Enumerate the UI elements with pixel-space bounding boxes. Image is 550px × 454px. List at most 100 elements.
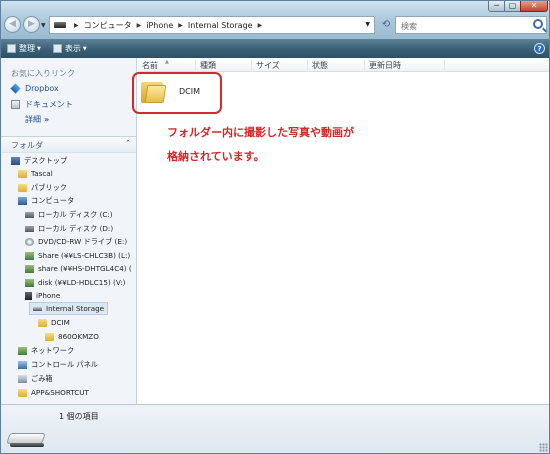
search-input[interactable]: 検索 [401,21,417,32]
breadcrumb-internal-storage[interactable]: Internal Storage [188,21,253,30]
dvd-drive-icon [25,237,34,246]
minimize-button[interactable]: ─ [488,1,505,12]
breadcrumb-iphone[interactable]: iPhone [146,21,173,30]
hard-disk-icon [25,211,34,218]
tree-item-label: disk (¥¥LD-HDLC15) (V:) [38,278,126,287]
more-links[interactable]: 詳細» [25,114,49,125]
tree-item-desktop[interactable]: デスクトップ [11,154,67,167]
chevron-down-icon: ▼ [41,22,46,29]
tree-item-label: 860OKMZO [58,332,99,341]
tree-item-label: ごみ箱 [31,373,53,383]
file-item-dcim[interactable]: DCIM [132,72,222,114]
folder-icon [141,79,167,104]
network-drive-icon [25,264,34,273]
organize-icon [7,44,16,53]
favorite-links-title: お気に入りリンク [11,69,75,78]
navigation-pane: お気に入りリンク Dropbox ドキュメント 詳細» フォルダ ⌃ デスクトッ… [1,58,137,404]
close-button[interactable]: ✕ [520,1,548,12]
hard-disk-icon [25,225,34,232]
tree-item-label: パブリック [31,182,67,192]
column-header-name[interactable]: 名前 ▲ [138,59,196,72]
drive-icon [54,22,66,28]
tree-item-label: Internal Storage [46,304,105,313]
annotation-line-1: フォルダー内に撮影した写真や動画が [167,126,354,139]
sort-ascending-icon: ▲ [165,59,169,65]
breadcrumb-computer[interactable]: コンピュータ [84,20,132,31]
tree-item-label: デスクトップ [24,155,68,165]
breadcrumb-separator-icon[interactable]: ▶ [74,22,79,29]
column-header-size[interactable]: サイズ [252,60,308,72]
dropbox-icon [10,83,21,94]
column-header-type[interactable]: 種類 [196,60,252,72]
network-drive-icon [25,251,34,260]
network-icon [18,346,27,355]
control-panel-icon [18,360,27,369]
column-label: サイズ [256,61,280,70]
address-bar[interactable]: ▶ コンピュータ ▶ iPhone ▶ Internal Storage ▶ ▼ [49,16,375,34]
folder-icon [18,169,27,178]
search-icon[interactable] [533,19,543,29]
breadcrumb-separator-icon[interactable]: ▶ [137,22,142,29]
search-box[interactable]: 検索 [395,16,547,34]
tree-item-860okmzo[interactable]: 860OKMZO [45,330,99,343]
favorite-link-label: ドキュメント [25,100,73,109]
refresh-button[interactable]: ⟲ [379,16,393,34]
address-dropdown-icon[interactable]: ▼ [365,21,370,28]
tree-item-recycle-bin[interactable]: ごみ箱 [18,372,53,385]
breadcrumb-separator-icon[interactable]: ▶ [178,22,183,29]
tree-item-label: ローカル ディスク (C:) [38,209,113,219]
item-count: 1 個の項目 [59,412,99,421]
tree-item-computer[interactable]: コンピュータ [18,194,74,207]
documents-icon [11,100,20,109]
column-label: 状態 [312,61,328,70]
tree-item-label: ローカル ディスク (D:) [38,223,114,233]
tree-item-tascal[interactable]: Tascal [18,167,53,180]
iphone-icon [25,291,32,300]
tree-item-dcim[interactable]: DCIM [38,316,70,329]
more-label: 詳細 [25,115,41,124]
column-label: 名前 [142,61,158,70]
chevron-down-icon: ▼ [37,45,41,52]
maximize-button[interactable]: ▢ [504,1,521,12]
folder-icon [38,318,47,327]
tree-item-network[interactable]: ネットワーク [18,344,74,357]
recent-pages-dropdown[interactable]: ▼ [41,22,46,29]
command-bar: 整理 ▼ 表示 ▼ ? [1,39,549,58]
tree-item-drive-e[interactable]: DVD/CD-RW ドライブ (E:) [25,235,127,248]
tree-item-public[interactable]: パブリック [18,181,67,194]
organize-label: 整理 [19,44,35,53]
tree-item-drive-c[interactable]: ローカル ディスク (C:) [25,208,113,221]
storage-icon [33,306,42,311]
tree-item-label: iPhone [36,291,61,300]
views-button[interactable]: 表示 ▼ [52,43,87,54]
tree-item-share-hs[interactable]: share (¥¥HS-DHTGL4C4) ( [25,262,132,275]
folder-icon [45,332,54,341]
network-drive-icon [25,278,34,287]
favorite-link-documents[interactable]: ドキュメント [11,99,73,110]
chevron-up-icon[interactable]: ⌃ [125,139,131,147]
folder-icon [18,388,27,397]
help-button[interactable]: ? [534,43,545,54]
column-header-modified[interactable]: 更新日時 [365,60,445,72]
back-button[interactable]: ◀ [4,16,21,33]
resize-grip-icon[interactable] [539,443,548,452]
folders-header[interactable]: フォルダ ⌃ [1,136,136,153]
tree-item-control-panel[interactable]: コントロール パネル [18,358,98,371]
refresh-icon: ⟲ [381,19,391,30]
organize-button[interactable]: 整理 ▼ [7,43,41,54]
breadcrumb-separator-icon[interactable]: ▶ [258,22,263,29]
computer-icon [18,196,27,205]
views-icon [52,44,62,53]
forward-button[interactable]: ▶ [23,16,40,33]
column-header-bar: 名前 ▲ 種類 サイズ 状態 更新日時 [138,58,549,72]
tree-item-disk-v[interactable]: disk (¥¥LD-HDLC15) (V:) [25,276,125,289]
tree-item-app-shortcut[interactable]: APP&SHORTCUT [18,386,89,399]
arrow-left-icon: ◀ [9,19,16,29]
tree-item-internal-storage[interactable]: Internal Storage [29,302,109,315]
tree-item-drive-d[interactable]: ローカル ディスク (D:) [25,222,113,235]
column-label: 種類 [200,61,216,70]
tree-item-iphone[interactable]: iPhone [25,289,60,302]
favorite-link-dropbox[interactable]: Dropbox [10,83,59,94]
tree-item-share-l[interactable]: Share (¥¥LS-CHLC3B) (L:) [25,249,130,262]
column-header-status[interactable]: 状態 [308,60,365,72]
